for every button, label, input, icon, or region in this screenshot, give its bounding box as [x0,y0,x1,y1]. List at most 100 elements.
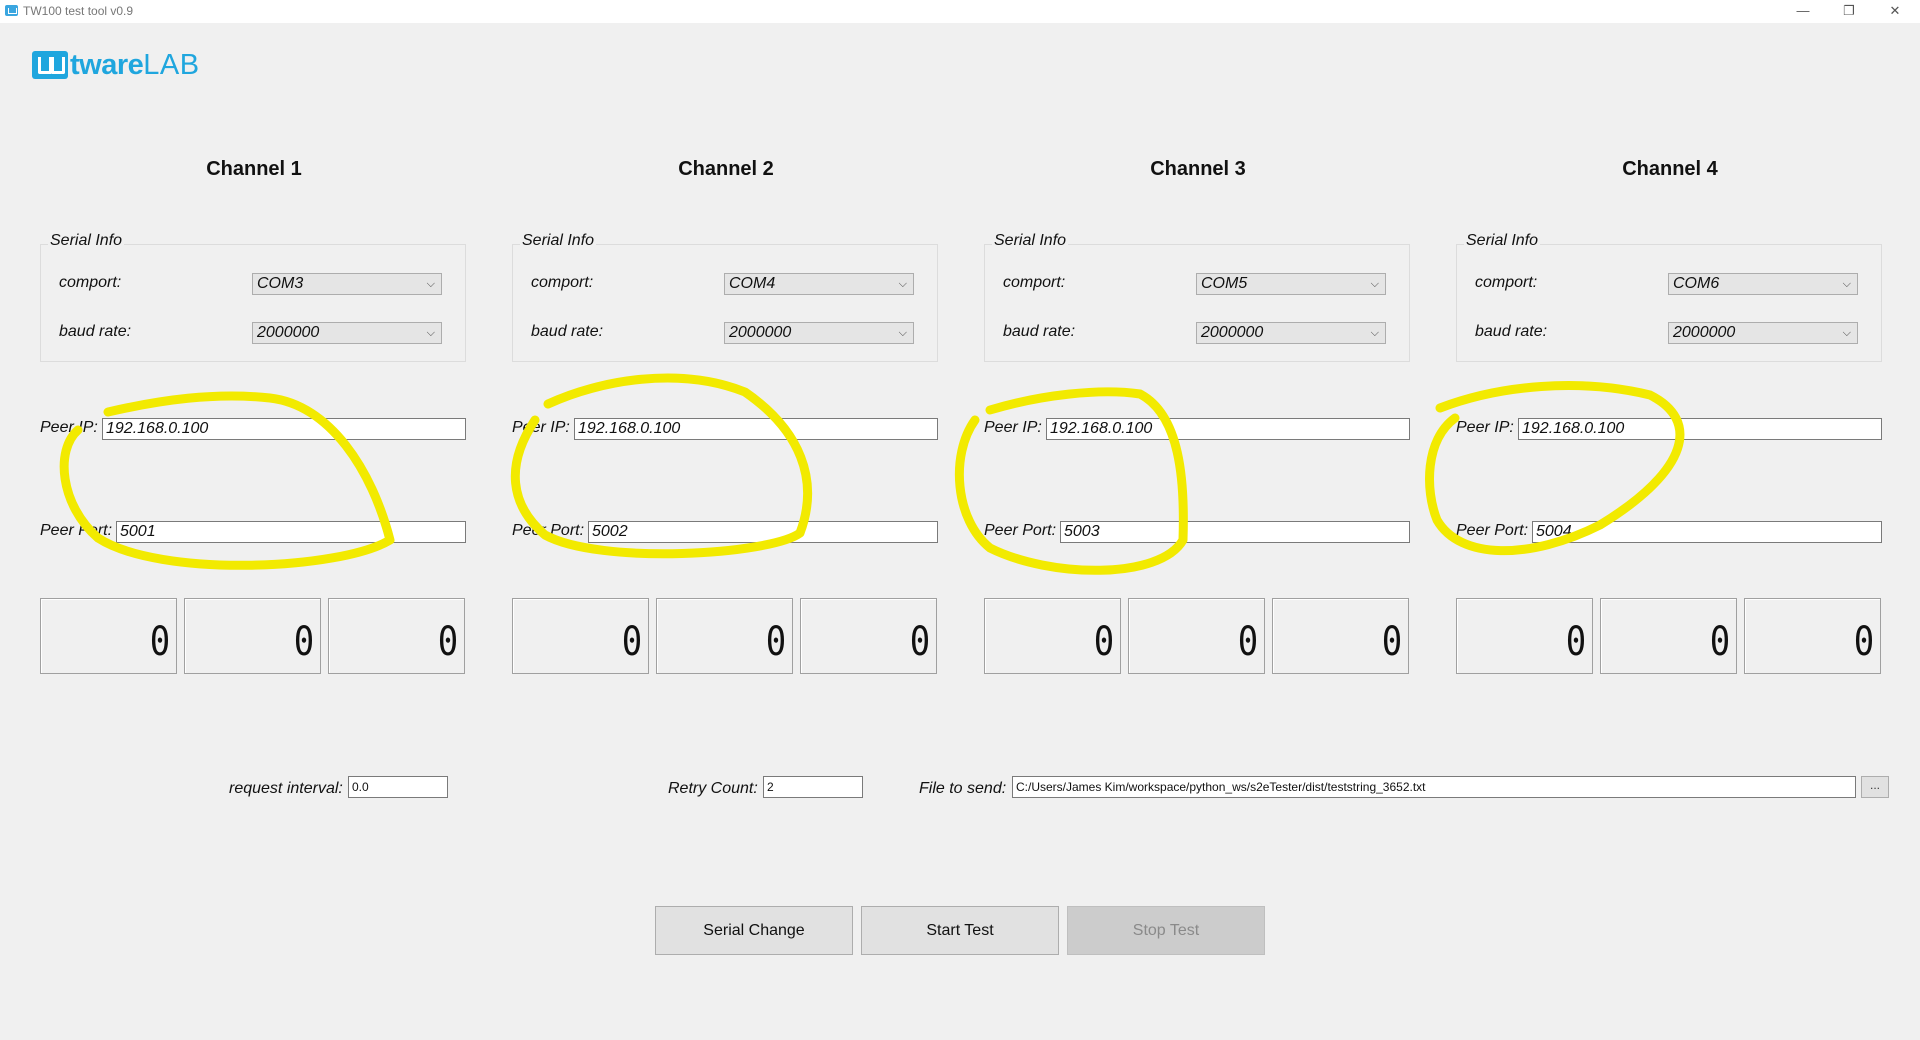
baud-rate-value: 2000000 [729,324,792,341]
counter-value: 0 [1381,619,1403,665]
serial-info-group [984,244,1410,362]
peer-ip-label: Peer IP: [984,419,1042,436]
peer-port-input[interactable]: 5003 [1060,521,1410,543]
peer-ip-input[interactable]: 192.168.0.100 [1046,418,1410,440]
counter-display: 0 [512,598,649,674]
counter-value: 0 [1093,619,1115,665]
baud-rate-select[interactable]: 2000000 ⌵ [1196,322,1386,344]
comport-select[interactable]: COM4 ⌵ [724,273,914,295]
peer-port-input[interactable]: 5002 [588,521,938,543]
chevron-down-icon: ⌵ [1842,327,1851,339]
baud-rate-label: baud rate: [1475,323,1548,340]
baud-rate-select[interactable]: 2000000 ⌵ [252,322,442,344]
peer-ip-label: Peer IP: [512,419,570,436]
peer-ip-input[interactable]: 192.168.0.100 [1518,418,1882,440]
app-window: TW100 test tool v0.9 — ❐ ✕ tware LAB Cha… [0,0,1920,1040]
serial-info-legend: Serial Info [520,232,597,250]
comport-select[interactable]: COM3 ⌵ [252,273,442,295]
chevron-down-icon: ⌵ [1370,327,1379,339]
counter-display: 0 [800,598,937,674]
counter-display: 0 [1456,598,1593,674]
comport-select[interactable]: COM5 ⌵ [1196,273,1386,295]
channel-title: Channel 3 [1150,158,1246,180]
counter-display: 0 [1600,598,1737,674]
chevron-down-icon: ⌵ [898,278,907,290]
counter-value: 0 [1853,619,1875,665]
peer-port-label: Peer Port: [40,522,113,539]
comport-label: comport: [1475,274,1538,291]
serial-info-group [1456,244,1882,362]
baud-rate-label: baud rate: [531,323,604,340]
baud-rate-label: baud rate: [1003,323,1076,340]
peer-port-label: Peer Port: [1456,522,1529,539]
comport-value: COM6 [1673,275,1720,292]
baud-rate-select[interactable]: 2000000 ⌵ [1668,322,1858,344]
comport-select[interactable]: COM6 ⌵ [1668,273,1858,295]
counter-display: 0 [328,598,465,674]
comport-value: COM5 [1201,275,1248,292]
channel-title: Channel 2 [678,158,774,180]
serial-info-group [40,244,466,362]
serial-change-button[interactable]: Serial Change [655,906,853,955]
comport-value: COM4 [729,275,776,292]
counter-value: 0 [293,619,315,665]
baud-rate-value: 2000000 [1673,324,1736,341]
counter-value: 0 [1565,619,1587,665]
counter-display: 0 [1128,598,1265,674]
counter-display: 0 [984,598,1121,674]
counter-display: 0 [656,598,793,674]
channel-2-panel: Channel 2 Serial Info comport: COM4 ⌵ ba… [512,0,940,700]
serial-info-legend: Serial Info [1464,232,1541,250]
request-interval-label: request interval: [229,780,343,797]
chevron-down-icon: ⌵ [1370,278,1379,290]
counter-value: 0 [909,619,931,665]
retry-count-label: Retry Count: [668,780,758,797]
counter-value: 0 [1237,619,1259,665]
channel-1-panel: Channel 1 Serial Info comport: COM3 ⌵ ba… [40,0,468,700]
chevron-down-icon: ⌵ [426,327,435,339]
counter-value: 0 [149,619,171,665]
peer-port-input[interactable]: 5001 [116,521,466,543]
peer-port-label: Peer Port: [512,522,585,539]
serial-info-group [512,244,938,362]
peer-port-input[interactable]: 5004 [1532,521,1882,543]
baud-rate-value: 2000000 [257,324,320,341]
peer-ip-label: Peer IP: [1456,419,1514,436]
start-test-button[interactable]: Start Test [861,906,1059,955]
counter-display: 0 [184,598,321,674]
channel-title: Channel 1 [206,158,302,180]
comport-label: comport: [59,274,122,291]
baud-rate-value: 2000000 [1201,324,1264,341]
counter-value: 0 [437,619,459,665]
peer-ip-label: Peer IP: [40,419,98,436]
channel-4-panel: Channel 4 Serial Info comport: COM6 ⌵ ba… [1456,0,1884,700]
peer-ip-input[interactable]: 192.168.0.100 [574,418,938,440]
peer-ip-input[interactable]: 192.168.0.100 [102,418,466,440]
chevron-down-icon: ⌵ [426,278,435,290]
comport-value: COM3 [257,275,304,292]
stop-test-button[interactable]: Stop Test [1067,906,1265,955]
baud-rate-label: baud rate: [59,323,132,340]
counter-display: 0 [1272,598,1409,674]
counter-display: 0 [1744,598,1881,674]
channel-title: Channel 4 [1622,158,1718,180]
chevron-down-icon: ⌵ [898,327,907,339]
serial-info-legend: Serial Info [992,232,1069,250]
chevron-down-icon: ⌵ [1842,278,1851,290]
channel-3-panel: Channel 3 Serial Info comport: COM5 ⌵ ba… [984,0,1412,700]
comport-label: comport: [1003,274,1066,291]
counter-value: 0 [765,619,787,665]
serial-info-legend: Serial Info [48,232,125,250]
browse-file-button[interactable]: ... [1861,776,1889,798]
counter-value: 0 [1709,619,1731,665]
baud-rate-select[interactable]: 2000000 ⌵ [724,322,914,344]
request-interval-input[interactable]: 0.0 [348,776,448,798]
comport-label: comport: [531,274,594,291]
app-icon [5,5,18,16]
retry-count-input[interactable]: 2 [763,776,863,798]
file-path-input[interactable]: C:/Users/James Kim/workspace/python_ws/s… [1012,776,1856,798]
file-to-send-label: File to send: [919,780,1007,797]
counter-value: 0 [621,619,643,665]
peer-port-label: Peer Port: [984,522,1057,539]
counter-display: 0 [40,598,177,674]
